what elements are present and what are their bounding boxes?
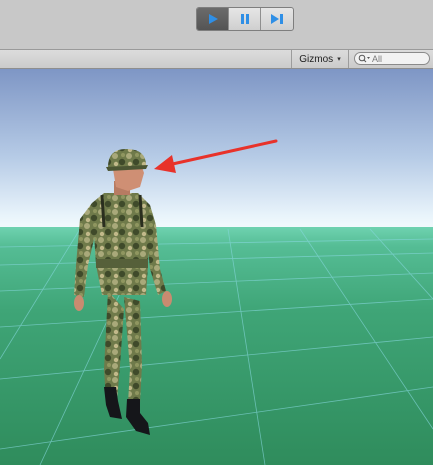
pause-icon [240, 14, 249, 24]
ground-plane [0, 227, 433, 465]
gizmos-label: Gizmos [299, 53, 334, 65]
scene-viewport[interactable] [0, 69, 433, 465]
play-controls [196, 7, 294, 31]
search-placeholder: All [372, 53, 383, 64]
editor-toolbar [0, 0, 433, 50]
search-icon [358, 54, 370, 63]
skybox [0, 69, 433, 229]
gizmos-dropdown[interactable]: Gizmos ▾ [291, 50, 349, 68]
step-button[interactable] [261, 8, 293, 30]
hierarchy-search-input[interactable]: All [354, 52, 430, 65]
pause-button[interactable] [229, 8, 261, 30]
scene-view-header: Gizmos ▾ All [0, 50, 433, 69]
chevron-down-icon: ▾ [337, 56, 341, 63]
play-icon [208, 14, 218, 24]
scene-canvas [0, 69, 433, 465]
unity-editor-window: Gizmos ▾ All [0, 0, 433, 465]
step-icon [271, 14, 283, 24]
play-button[interactable] [197, 8, 229, 30]
